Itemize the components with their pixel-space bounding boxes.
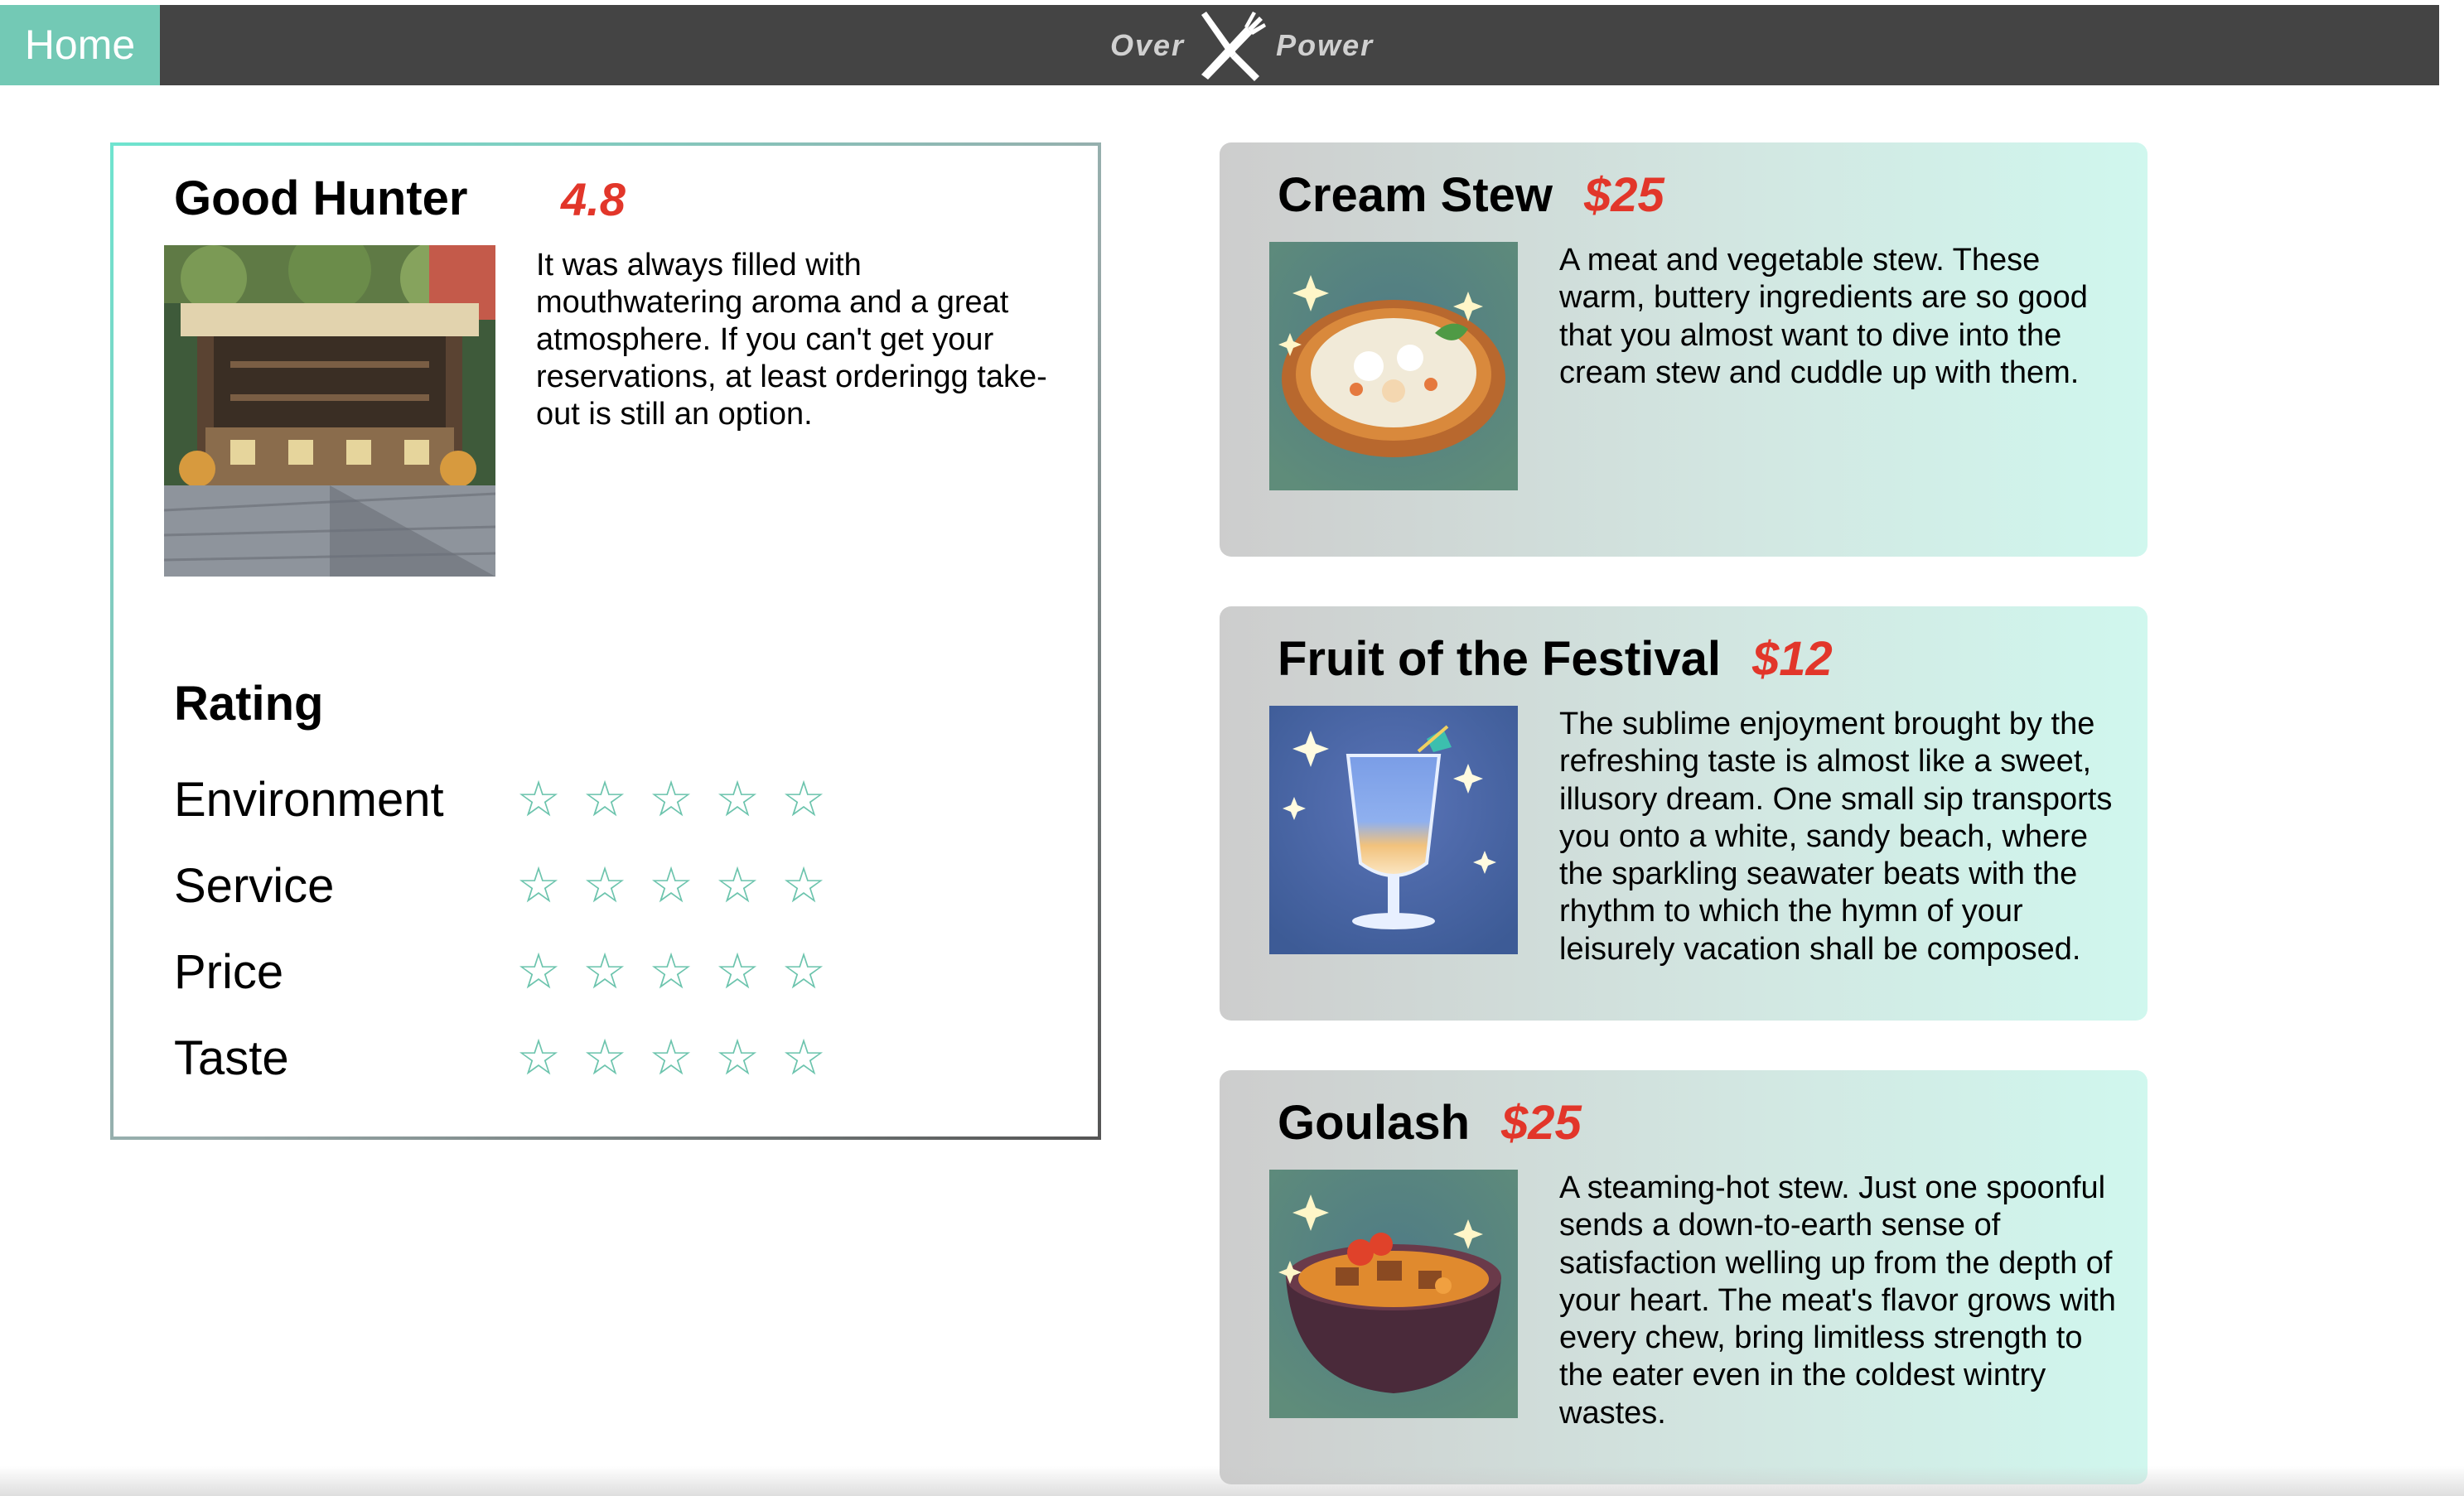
window-bottom-edge	[0, 1466, 2464, 1496]
dish-name: Cream Stew	[1278, 168, 1553, 222]
rating-label: Taste	[174, 1031, 289, 1085]
star-icon[interactable]: ☆	[505, 1029, 572, 1087]
dish-name: Goulash	[1278, 1096, 1471, 1150]
dish-title: Cream Stew $25	[1278, 167, 1664, 223]
star-rating-price: ☆ ☆ ☆ ☆ ☆	[505, 943, 837, 1001]
star-icon[interactable]: ☆	[704, 770, 771, 828]
star-icon[interactable]: ☆	[572, 943, 638, 1001]
rating-row-environment: Environment ☆ ☆ ☆ ☆ ☆	[174, 767, 1003, 833]
dish-card-goulash[interactable]: Goulash $25 A steaming-hot stew. Just on…	[1220, 1070, 2148, 1484]
dish-description: A steaming-hot stew. Just one spoonful s…	[1559, 1170, 2116, 1431]
star-icon[interactable]: ☆	[704, 943, 771, 1001]
dish-description: A meat and vegetable stew. These warm, b…	[1559, 243, 2088, 390]
star-icon[interactable]: ☆	[638, 770, 704, 828]
fruit-drink-image	[1269, 706, 1518, 954]
fork-knife-icon	[1201, 12, 1267, 81]
star-icon[interactable]: ☆	[638, 943, 704, 1001]
star-icon[interactable]: ☆	[638, 857, 704, 914]
dish-price: $25	[1584, 168, 1664, 222]
rating-row-service: Service ☆ ☆ ☆ ☆ ☆	[174, 853, 1003, 919]
star-rating-environment: ☆ ☆ ☆ ☆ ☆	[505, 770, 837, 828]
rating-heading: Rating	[174, 677, 324, 731]
star-icon[interactable]: ☆	[572, 770, 638, 828]
dish-title: Fruit of the Festival $12	[1278, 631, 1833, 687]
goulash-image	[1269, 1170, 1518, 1418]
logo-text-right: Power	[1276, 28, 1375, 62]
star-icon[interactable]: ☆	[505, 770, 572, 828]
rating-label: Price	[174, 945, 284, 999]
food-stall-image	[164, 245, 495, 577]
star-icon[interactable]: ☆	[505, 943, 572, 1001]
dish-description: The sublime enjoyment brought by the ref…	[1559, 707, 2113, 967]
cream-stew-image	[1269, 242, 1518, 490]
rating-label: Environment	[174, 773, 444, 827]
dish-price: $25	[1501, 1096, 1582, 1150]
rating-row-taste: Taste ☆ ☆ ☆ ☆ ☆	[174, 1025, 1003, 1092]
star-icon[interactable]: ☆	[572, 1029, 638, 1087]
rating-row-price: Price ☆ ☆ ☆ ☆ ☆	[174, 939, 1003, 1006]
dish-card-fruit-of-the-festival[interactable]: Fruit of the Festival $12 The sublime en…	[1220, 606, 2148, 1021]
dish-price: $12	[1751, 632, 1833, 686]
dish-name: Fruit of the Festival	[1278, 632, 1721, 686]
star-rating-taste: ☆ ☆ ☆ ☆ ☆	[505, 1029, 837, 1087]
star-icon[interactable]: ☆	[771, 1029, 837, 1087]
restaurant-name: Good Hunter	[174, 171, 468, 225]
rating-label: Service	[174, 859, 335, 913]
restaurant-card: Good Hunter 4.8 It was always filled wit…	[110, 142, 1101, 1140]
restaurant-score: 4.8	[561, 173, 626, 225]
dish-title: Goulash $25	[1278, 1095, 1582, 1151]
star-icon[interactable]: ☆	[638, 1029, 704, 1087]
star-icon[interactable]: ☆	[771, 943, 837, 1001]
star-icon[interactable]: ☆	[771, 857, 837, 914]
star-icon[interactable]: ☆	[505, 857, 572, 914]
dish-card-cream-stew[interactable]: Cream Stew $25 A meat and vegetable stew…	[1220, 142, 2148, 557]
restaurant-description: It was always filled with mouthwatering …	[536, 248, 1047, 432]
star-icon[interactable]: ☆	[704, 1029, 771, 1087]
site-logo[interactable]: Over Power	[1110, 10, 1374, 81]
star-icon[interactable]: ☆	[572, 857, 638, 914]
star-icon[interactable]: ☆	[771, 770, 837, 828]
home-button[interactable]: Home	[0, 5, 160, 85]
star-icon[interactable]: ☆	[704, 857, 771, 914]
top-navigation-bar: Home Over Power	[0, 5, 2439, 85]
logo-text-left: Over	[1110, 28, 1186, 62]
star-rating-service: ☆ ☆ ☆ ☆ ☆	[505, 857, 837, 914]
